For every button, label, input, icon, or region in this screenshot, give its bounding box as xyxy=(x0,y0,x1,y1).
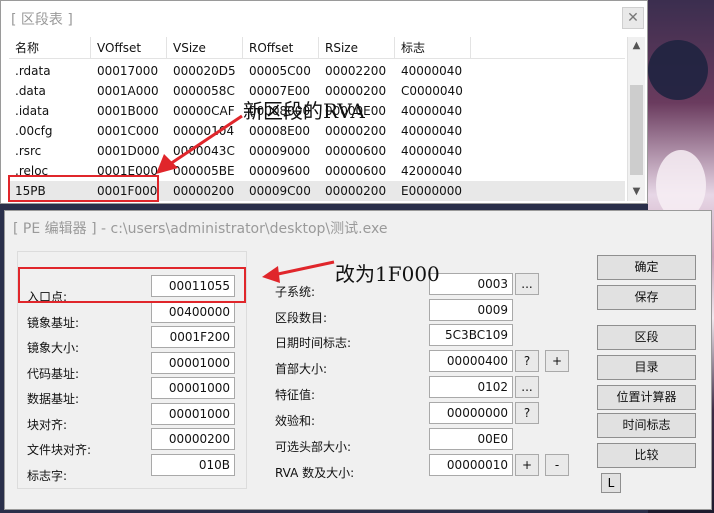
code-base-label: 代码基址: xyxy=(27,367,80,381)
cell-name: .rdata xyxy=(15,64,51,78)
column-header-roffset[interactable]: ROffset xyxy=(243,37,319,59)
cell-flags: 40000040 xyxy=(401,104,463,118)
location-calculator-button[interactable]: 位置计算器 xyxy=(597,385,696,410)
scroll-thumb[interactable] xyxy=(630,85,643,175)
cell-rsize: 00002200 xyxy=(325,64,387,78)
cell-vsize: 000020D5 xyxy=(173,64,236,78)
cell-vsize: 0000058C xyxy=(173,84,235,98)
image-base-field[interactable]: 00400000 xyxy=(151,301,235,323)
optional-header-size-field[interactable]: 00E0 xyxy=(429,428,513,450)
cell-rsize: 00000600 xyxy=(325,144,387,158)
table-row[interactable]: .rsrc 0001D000 0000043C 00009000 00000600 400… xyxy=(9,141,625,161)
file-alignment-field[interactable]: 00000200 xyxy=(151,428,235,450)
table-row[interactable]: .rdata 00017000 000020D5 00005C00 00002200 40… xyxy=(9,61,625,81)
arrow-to-entry-point-icon xyxy=(262,260,335,283)
cell-roffset: 00008E00 xyxy=(249,124,311,138)
pe-editor-title: [ PE 编辑器 ] - c:\users\administrator\desk… xyxy=(5,211,711,243)
magic-label: 标志字: xyxy=(27,469,68,483)
section-window-title: [ 区段表 ] xyxy=(1,1,647,35)
image-size-label: 镜象大小: xyxy=(27,341,80,355)
annotation-change-to: 改为1F000 xyxy=(335,262,440,286)
cell-voffset: 0001A000 xyxy=(97,84,159,98)
header-size-label: 首部大小: xyxy=(275,362,328,376)
highlight-entry-point xyxy=(18,267,246,303)
checksum-help-button[interactable]: ? xyxy=(515,402,539,424)
data-base-label: 数据基址: xyxy=(27,392,80,406)
cell-name: .00cfg xyxy=(15,124,53,138)
column-header-voffset[interactable]: VOffset xyxy=(91,37,167,59)
checksum-label: 效验和: xyxy=(275,414,316,428)
section-alignment-field[interactable]: 00001000 xyxy=(151,403,235,425)
cell-flags: 40000040 xyxy=(401,124,463,138)
header-size-field[interactable]: 00000400 xyxy=(429,350,513,372)
close-button[interactable]: ✕ xyxy=(622,7,644,29)
cell-flags: 40000040 xyxy=(401,144,463,158)
cell-roffset: 00005C00 xyxy=(249,64,311,78)
compare-button[interactable]: 比较 xyxy=(597,443,696,468)
timestamp-button[interactable]: 时间标志 xyxy=(597,413,696,438)
cell-flags: 40000040 xyxy=(401,64,463,78)
rva-count-label: RVA 数及大小: xyxy=(275,466,355,480)
cell-rsize: 00000600 xyxy=(325,164,387,178)
cell-rsize: 00000200 xyxy=(325,124,387,138)
characteristics-ellipsis-button[interactable]: ... xyxy=(515,376,539,398)
characteristics-field[interactable]: 0102 xyxy=(429,376,513,398)
column-header-flags[interactable]: 标志 xyxy=(395,37,471,59)
section-alignment-label: 块对齐: xyxy=(27,418,68,432)
optional-header-size-label: 可选头部大小: xyxy=(275,440,352,454)
magic-field[interactable]: 010B xyxy=(151,454,235,476)
header-size-help-button[interactable]: ? xyxy=(515,350,539,372)
cell-roffset: 00009000 xyxy=(249,144,311,158)
subsystem-field[interactable]: 0003 xyxy=(429,273,513,295)
image-size-field[interactable]: 0001F200 xyxy=(151,326,235,348)
scroll-up-icon[interactable]: ▲ xyxy=(628,37,645,54)
rva-count-plus-button[interactable]: + xyxy=(515,454,539,476)
save-button[interactable]: 保存 xyxy=(597,285,696,310)
code-base-field[interactable]: 00001000 xyxy=(151,352,235,374)
cell-rsize: 00000200 xyxy=(325,184,387,198)
cell-flags: C0000040 xyxy=(401,84,463,98)
table-row[interactable]: .00cfg 0001C000 00000104 00008E00 00000200 40… xyxy=(9,121,625,141)
column-header-rsize[interactable]: RSize xyxy=(319,37,395,59)
section-table-header: 名称 VOffset VSize ROffset RSize 标志 xyxy=(9,37,625,59)
vertical-scrollbar[interactable]: ▲ ▼ xyxy=(627,37,645,201)
cell-flags: E0000000 xyxy=(401,184,463,198)
cell-name: .idata xyxy=(15,104,50,118)
cell-flags: 42000040 xyxy=(401,164,463,178)
cell-roffset: 00009C00 xyxy=(249,184,311,198)
number-of-sections-label: 区段数目: xyxy=(275,311,328,325)
header-size-plus-button[interactable]: + xyxy=(545,350,569,372)
data-base-field[interactable]: 00001000 xyxy=(151,377,235,399)
cell-vsize: 00000200 xyxy=(173,184,235,198)
cell-name: .data xyxy=(15,84,46,98)
column-header-name[interactable]: 名称 xyxy=(9,37,91,59)
ok-button[interactable]: 确定 xyxy=(597,255,696,280)
cell-name: .rsrc xyxy=(15,144,42,158)
annotation-new-section-rva: 新区段的RVA xyxy=(243,99,365,123)
scroll-down-icon[interactable]: ▼ xyxy=(628,183,645,200)
arrow-to-section-row-icon xyxy=(156,114,243,174)
sections-button[interactable]: 区段 xyxy=(597,325,696,350)
checksum-field[interactable]: 00000000 xyxy=(429,402,513,424)
timestamp-field[interactable]: 5C3BC109 xyxy=(429,324,513,346)
timestamp-label: 日期时间标志: xyxy=(275,336,352,350)
directories-button[interactable]: 目录 xyxy=(597,355,696,380)
column-header-vsize[interactable]: VSize xyxy=(167,37,243,59)
pe-editor-window: [ PE 编辑器 ] - c:\users\administrator\desk… xyxy=(4,210,712,510)
cell-roffset: 00009600 xyxy=(249,164,311,178)
image-base-label: 镜象基址: xyxy=(27,316,80,330)
cell-voffset: 00017000 xyxy=(97,64,159,78)
highlight-new-section-row xyxy=(8,175,159,202)
rva-count-field[interactable]: 00000010 xyxy=(429,454,513,476)
file-alignment-label: 文件块对齐: xyxy=(27,443,92,457)
l-button[interactable]: L xyxy=(601,473,621,493)
number-of-sections-field[interactable]: 0009 xyxy=(429,299,513,321)
rva-count-minus-button[interactable]: - xyxy=(545,454,569,476)
characteristics-label: 特征值: xyxy=(275,388,316,402)
subsystem-ellipsis-button[interactable]: ... xyxy=(515,273,539,295)
